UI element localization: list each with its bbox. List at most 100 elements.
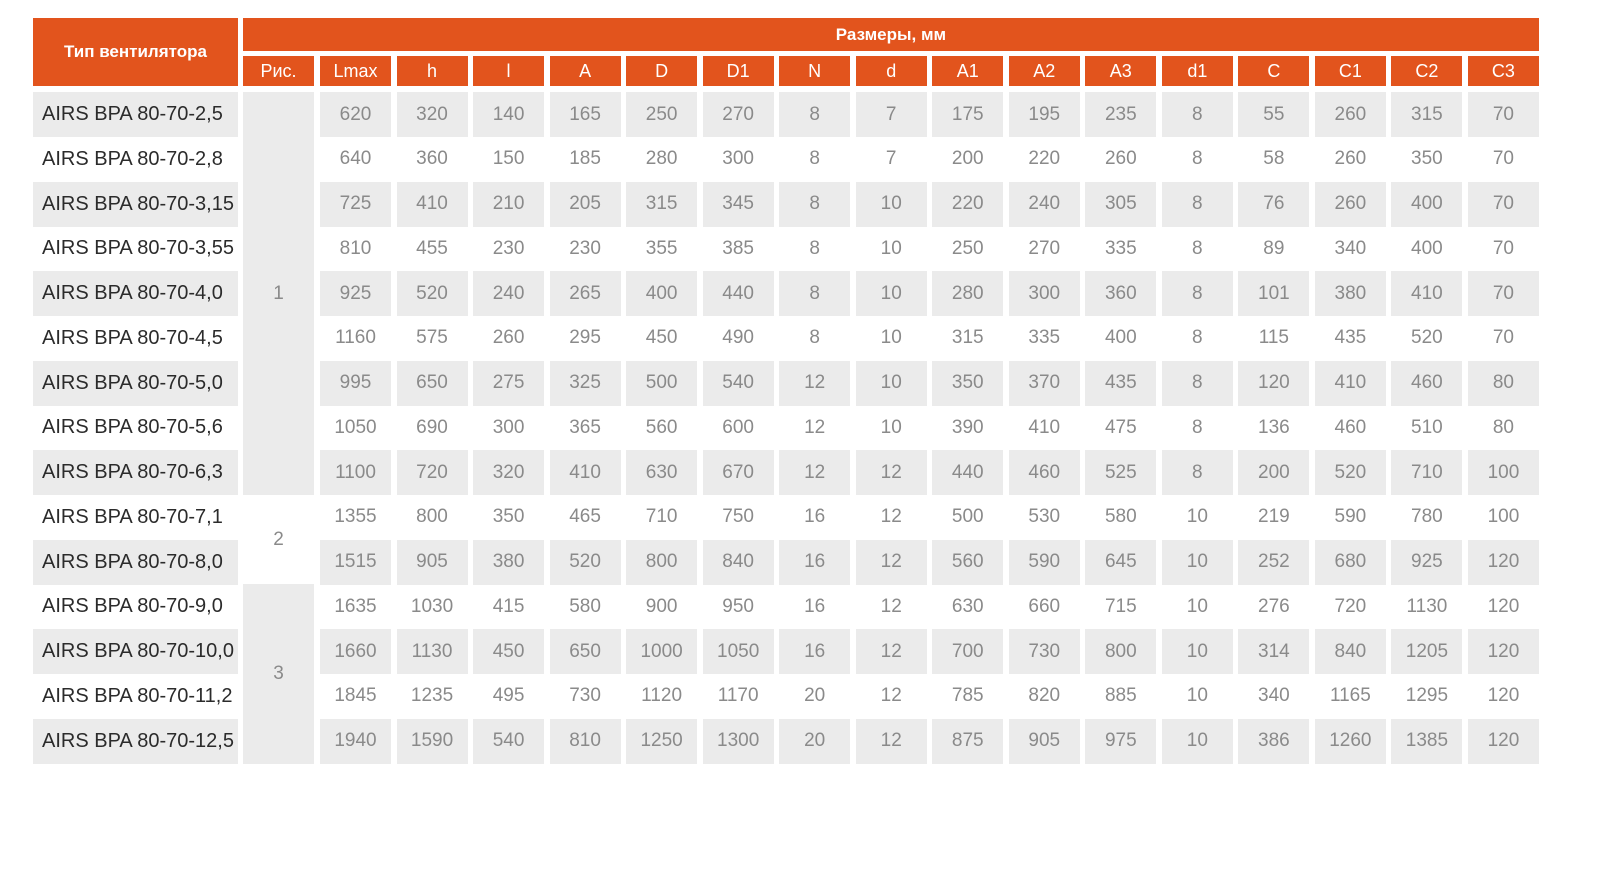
value-cell: 730	[1008, 629, 1080, 675]
column-header-c2: C2	[1391, 56, 1463, 86]
value-cell: 560	[645, 416, 678, 438]
value-cell: 315	[1391, 92, 1463, 137]
value-cell: 210	[473, 181, 545, 227]
value-cell: 1295	[1405, 685, 1449, 707]
value-cell: 365	[569, 416, 601, 438]
value-cell: 8	[779, 271, 851, 317]
value-cell: 205	[549, 181, 621, 227]
value-cell: 12	[804, 416, 826, 438]
value-cell: 1000	[626, 629, 698, 675]
value-cell: 1170	[717, 685, 759, 707]
value-cell: 540	[473, 718, 545, 764]
value-cell: 650	[549, 629, 621, 675]
column-header-d: d	[855, 56, 927, 86]
value-cell: 120	[1467, 718, 1539, 764]
value-cell: 750	[722, 506, 754, 528]
value-cell: 380	[1314, 271, 1386, 317]
value-cell: 590	[1008, 539, 1080, 585]
value-cell: 450	[473, 629, 545, 675]
value-cell: 240	[473, 271, 545, 317]
value-cell: 1030	[410, 595, 454, 617]
value-cell: 1250	[626, 718, 698, 764]
value-cell: 305	[1085, 181, 1157, 227]
type-column-header: Тип вентилятора	[33, 18, 238, 86]
fan-type-cell: AIRS BPA 80-70-7,1	[42, 505, 223, 528]
value-cell: 400	[1104, 327, 1137, 349]
value-cell: 220	[1028, 148, 1061, 170]
value-cell: 10	[1186, 506, 1208, 528]
value-cell: 140	[473, 92, 545, 137]
value-cell: 490	[722, 327, 754, 349]
value-cell: 520	[1314, 450, 1386, 496]
value-cell: 12	[779, 360, 851, 406]
value-cell: 580	[1104, 506, 1137, 528]
value-cell: 530	[1028, 506, 1061, 528]
column-header-d: D	[626, 56, 698, 86]
value-cell: 10	[880, 416, 902, 438]
value-cell: 355	[645, 237, 678, 259]
value-cell: 80	[1492, 416, 1514, 438]
column-header-c: C	[1238, 56, 1310, 86]
value-cell: 400	[1391, 181, 1463, 227]
column-header-d1: D1	[702, 56, 774, 86]
value-cell: 1165	[1329, 685, 1371, 707]
value-cell: 16	[804, 595, 826, 617]
value-cell: 1050	[702, 629, 774, 675]
value-cell: 7	[855, 92, 927, 137]
value-cell: 1260	[1314, 718, 1386, 764]
column-header-c3: C3	[1467, 56, 1539, 86]
fig-column-header: Рис.	[243, 56, 314, 86]
value-cell: 220	[932, 181, 1004, 227]
value-cell: 200	[951, 148, 984, 170]
value-cell: 150	[492, 148, 525, 170]
value-cell: 1205	[1391, 629, 1463, 675]
value-cell: 520	[549, 539, 621, 585]
value-cell: 410	[549, 450, 621, 496]
value-cell: 340	[1334, 237, 1367, 259]
value-cell: 410	[1314, 360, 1386, 406]
value-cell: 20	[779, 718, 851, 764]
value-cell: 80	[1467, 360, 1539, 406]
value-cell: 345	[702, 181, 774, 227]
value-cell: 8	[1192, 416, 1203, 438]
value-cell: 120	[1467, 539, 1539, 585]
value-cell: 260	[1314, 181, 1386, 227]
value-cell: 350	[1411, 148, 1443, 170]
value-cell: 10	[1161, 539, 1233, 585]
value-cell: 260	[492, 327, 525, 349]
value-cell: 70	[1492, 327, 1514, 349]
value-cell: 710	[1391, 450, 1463, 496]
value-cell: 260	[1334, 148, 1367, 170]
value-cell: 410	[396, 181, 468, 227]
value-cell: 680	[1314, 539, 1386, 585]
value-cell: 340	[1258, 685, 1290, 707]
fan-type-cell: AIRS BPA 80-70-5,0	[33, 360, 238, 406]
value-cell: 175	[932, 92, 1004, 137]
value-cell: 1590	[396, 718, 468, 764]
value-cell: 16	[779, 629, 851, 675]
value-cell: 785	[951, 685, 984, 707]
value-cell: 900	[645, 595, 678, 617]
value-cell: 520	[396, 271, 468, 317]
value-cell: 510	[1411, 416, 1443, 438]
value-cell: 335	[1028, 327, 1061, 349]
value-cell: 905	[1008, 718, 1080, 764]
value-cell: 76	[1238, 181, 1310, 227]
column-header-a: A	[549, 56, 621, 86]
value-cell: 640	[339, 148, 372, 170]
figure-number-cell: 3	[243, 584, 314, 764]
value-cell: 70	[1467, 271, 1539, 317]
fan-type-cell: AIRS BPA 80-70-11,2	[42, 684, 233, 707]
value-cell: 650	[396, 360, 468, 406]
value-cell: 16	[804, 506, 826, 528]
value-cell: 600	[722, 416, 754, 438]
value-cell: 950	[722, 595, 754, 617]
value-cell: 10	[855, 360, 927, 406]
column-header-h: h	[396, 56, 468, 86]
value-cell: 10	[880, 327, 902, 349]
value-cell: 70	[1467, 181, 1539, 227]
value-cell: 12	[855, 629, 927, 675]
value-cell: 265	[549, 271, 621, 317]
value-cell: 1130	[1406, 595, 1448, 617]
value-cell: 1635	[334, 595, 377, 617]
